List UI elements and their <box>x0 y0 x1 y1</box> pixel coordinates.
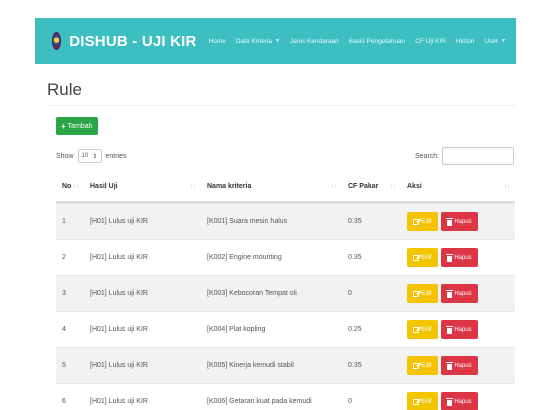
trash-icon <box>446 325 454 334</box>
search-label: Search: <box>415 152 440 160</box>
cell-nama-kriteria: [K001] Suara mesin halus <box>207 218 288 225</box>
cell-cf-pakar: 0 <box>348 398 352 405</box>
nav-item-histori[interactable]: Histori <box>456 38 474 45</box>
plus-icon: + <box>61 121 66 131</box>
nav-item-cf-uji-kir[interactable]: CF Uji KIR <box>415 38 446 45</box>
column-header-hasil-uji[interactable]: Hasil Uji ↑↓ <box>84 172 201 201</box>
nav-item-data-kriteria[interactable]: Data Kriteria ▼ <box>236 38 280 45</box>
sort-icon: ↑↓ <box>73 183 79 190</box>
trash-icon <box>446 289 454 298</box>
column-header-no[interactable]: No ↑↓ <box>56 172 84 201</box>
edit-button[interactable]: Edit <box>407 320 438 339</box>
edit-icon <box>413 326 420 333</box>
cell-nama-kriteria: [K004] Plat kopling <box>207 326 266 333</box>
table-row: 4 [H01] Lulus uji KIR [K004] Plat koplin… <box>56 311 515 347</box>
delete-button[interactable]: Hapus <box>441 212 478 231</box>
column-header-aksi[interactable]: Aksi ↑↓ <box>401 172 515 201</box>
delete-button[interactable]: Hapus <box>441 392 478 410</box>
cell-no: 5 <box>62 362 66 369</box>
cell-actions: Edit Hapus <box>401 204 515 239</box>
nav-item-basis-pengetahuan[interactable]: Basis Pengetahuan <box>349 38 405 45</box>
trash-icon <box>446 253 454 262</box>
table-row: 3 [H01] Lulus uji KIR [K003] Kebocoran T… <box>56 275 515 311</box>
entries-suffix: entries <box>105 152 127 160</box>
cell-nama-kriteria: [K003] Kebocoran Tempat oli <box>207 290 297 297</box>
cell-actions: Edit Hapus <box>401 276 515 311</box>
table-row: 1 [H01] Lulus uji KIR [K001] Suara mesin… <box>56 203 515 239</box>
cell-no: 4 <box>62 326 66 333</box>
sort-icon: ↑↓ <box>504 183 510 190</box>
cell-hasil-uji: [H01] Lulus uji KIR <box>90 290 148 297</box>
nav-item-jenis-kendaraan[interactable]: Jenis Kendaraan <box>290 38 339 45</box>
add-button-label: Tambah <box>67 122 93 130</box>
cell-actions: Edit Hapus <box>401 384 515 410</box>
trash-icon <box>446 397 454 406</box>
sort-icon: ↑↓ <box>190 183 196 190</box>
select-arrows-icon: ⇕ <box>92 153 98 160</box>
chevron-down-icon: ▼ <box>275 38 280 44</box>
divider <box>47 105 515 106</box>
nav-menu: Home Data Kriteria ▼ Jenis Kendaraan Basi… <box>209 38 516 45</box>
rule-table: No ↑↓ Hasil Uji ↑↓ Nama kriteria ↑↓ CF Paka… <box>56 172 515 410</box>
trash-icon <box>446 217 454 226</box>
edit-button[interactable]: Edit <box>407 248 438 267</box>
edit-button[interactable]: Edit <box>407 356 438 375</box>
edit-icon <box>413 290 420 297</box>
sort-icon: ↑↓ <box>390 183 396 190</box>
edit-icon <box>413 254 420 261</box>
cell-cf-pakar: 0 <box>348 290 352 297</box>
delete-button[interactable]: Hapus <box>441 284 478 303</box>
cell-cf-pakar: 0.35 <box>348 218 362 225</box>
nav-item-home[interactable]: Home <box>209 38 226 45</box>
add-rule-button[interactable]: + Tambah <box>56 117 98 135</box>
column-header-cf-pakar[interactable]: CF Pakar ↑↓ <box>342 172 401 201</box>
delete-button[interactable]: Hapus <box>441 248 478 267</box>
show-label: Show <box>56 152 74 160</box>
edit-icon <box>413 398 420 405</box>
edit-button[interactable]: Edit <box>407 284 438 303</box>
cell-actions: Edit Hapus <box>401 240 515 275</box>
cell-hasil-uji: [H01] Lulus uji KIR <box>90 362 148 369</box>
search-input[interactable] <box>442 147 515 165</box>
cell-hasil-uji: [H01] Lulus uji KIR <box>90 398 148 405</box>
cell-hasil-uji: [H01] Lulus uji KIR <box>90 218 148 225</box>
cell-nama-kriteria: [K002] Engine mounting <box>207 254 282 261</box>
table-row: 6 [H01] Lulus uji KIR [K006] Getaran kua… <box>56 383 515 410</box>
nav-item-user[interactable]: User ▼ <box>484 38 506 45</box>
page-title: Rule <box>47 80 82 99</box>
top-navbar: DISHUB - UJI KIR Home Data Kriteria ▼ Jen… <box>35 18 516 64</box>
brand-title[interactable]: DISHUB - UJI KIR <box>69 33 196 50</box>
cell-hasil-uji: [H01] Lulus uji KIR <box>90 254 148 261</box>
edit-button[interactable]: Edit <box>407 392 438 410</box>
cell-no: 1 <box>62 218 66 225</box>
search-control: Search: <box>415 147 515 165</box>
cell-actions: Edit Hapus <box>401 348 515 383</box>
delete-button[interactable]: Hapus <box>441 356 478 375</box>
chevron-down-icon: ▼ <box>501 38 506 44</box>
cell-actions: Edit Hapus <box>401 312 515 347</box>
cell-no: 6 <box>62 398 66 405</box>
trash-icon <box>446 361 454 370</box>
edit-button[interactable]: Edit <box>407 212 438 231</box>
column-header-nama-kriteria[interactable]: Nama kriteria ↑↓ <box>201 172 342 201</box>
table-row: 2 [H01] Lulus uji KIR [K002] Engine moun… <box>56 239 515 275</box>
entries-select-value: 10 <box>81 153 89 159</box>
table-header-row: No ↑↓ Hasil Uji ↑↓ Nama kriteria ↑↓ CF Paka… <box>56 172 515 203</box>
cell-cf-pakar: 0.25 <box>348 326 362 333</box>
table-row: 5 [H01] Lulus uji KIR [K005] Kinerja kem… <box>56 347 515 383</box>
entries-select[interactable]: 10 ⇕ <box>77 149 102 163</box>
delete-button[interactable]: Hapus <box>441 320 478 339</box>
cell-no: 2 <box>62 254 66 261</box>
cell-hasil-uji: [H01] Lulus uji KIR <box>90 326 148 333</box>
cell-cf-pakar: 0.35 <box>348 362 362 369</box>
edit-icon <box>413 218 420 225</box>
cell-no: 3 <box>62 290 66 297</box>
cell-cf-pakar: 0.35 <box>348 254 362 261</box>
cell-nama-kriteria: [K006] Getaran kuat pada kemudi <box>207 398 312 405</box>
sort-icon: ↑↓ <box>331 183 337 190</box>
cell-nama-kriteria: [K005] Kinerja kemudi stabil <box>207 362 294 369</box>
show-entries-control: Show 10 ⇕ entries <box>56 149 127 163</box>
dishub-logo-icon[interactable] <box>52 32 62 50</box>
edit-icon <box>413 362 420 369</box>
